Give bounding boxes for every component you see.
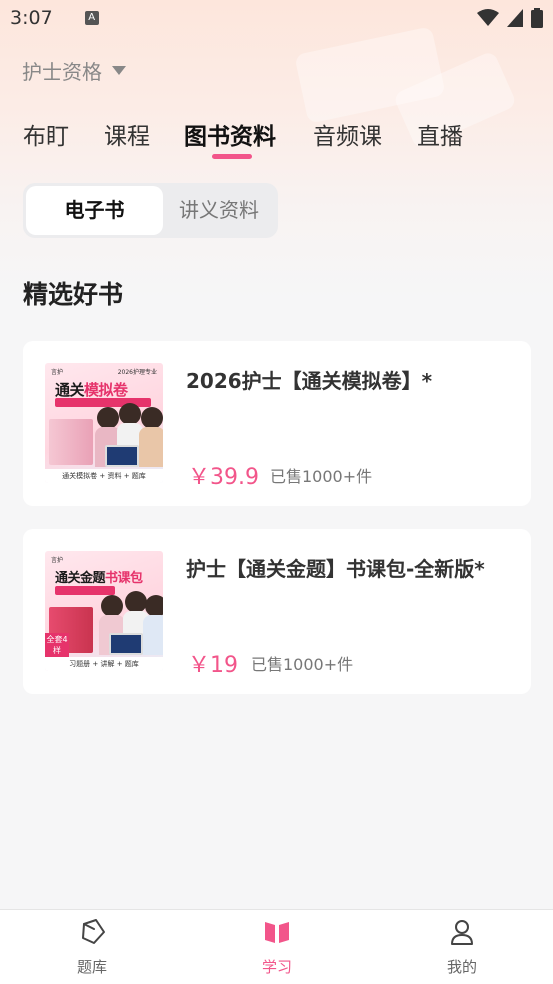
signal-icon [507,9,523,27]
status-bar: 3:07 A [0,0,553,36]
cover-title-plain: 通关 [55,381,85,399]
book-title: 2026护士【通关模拟卷】* [186,369,433,393]
cover-footer: 习题册 + 讲解 + 题库 [45,657,163,671]
cover-title-plain: 通关金题 [55,571,106,586]
nav-label: 题库 [76,958,107,976]
book-card[interactable]: 言护 通关金题书课包 全套4样 习题册 + 讲解 + 题库 护士【通关金题】书课… [23,529,531,694]
cover-brand: 言护 [51,369,64,376]
segment-handouts[interactable]: 讲义资料 [163,186,275,235]
question-bank-icon [82,919,105,944]
tab-live[interactable]: 直播 [417,117,463,151]
book-sold-count: 已售1000+件 [270,467,373,486]
cover-laptop [109,633,143,655]
book-sold-count: 已售1000+件 [251,655,354,674]
cover-laptop [105,445,139,467]
nav-question-bank[interactable]: 题库 [52,910,132,984]
cover-footer: 通关模拟卷 + 资料 + 题库 [45,469,163,483]
cover-title-highlight: 模拟卷 [84,381,128,399]
cover-badge: 全套4样 [45,633,69,657]
cover-person [125,591,147,613]
cover-person [141,407,163,429]
cover-brand: 言护 [51,557,64,564]
nav-study[interactable]: 学习 [237,910,317,984]
status-time: 3:07 [10,7,53,29]
battery-icon [531,8,543,28]
book-price: ￥39.9 [188,465,259,490]
tab-audio[interactable]: 音频课 [313,117,382,151]
exam-selector[interactable]: 护士资格 [22,56,126,85]
cover-edition: 2026护理专业 [117,369,157,376]
exam-selector-label: 护士资格 [22,60,102,84]
tab-courses[interactable]: 课程 [104,117,150,151]
cover-subtitle-bar [55,586,115,595]
nav-label: 我的 [446,958,477,976]
bottom-navigation: 题库 学习 我的 [0,909,553,984]
nav-profile[interactable]: 我的 [422,910,502,984]
tab-buding[interactable]: 布盯 [23,117,69,151]
nav-label: 学习 [261,958,292,976]
tab-books[interactable]: 图书资料 [184,117,276,151]
cover-person [145,595,163,617]
cover-title: 通关模拟卷 [55,379,128,400]
book-cover-image: 言护 2026护理专业 通关模拟卷 通关模拟卷 + 资料 + 题库 [45,363,163,483]
cover-title-highlight: 书课包 [105,571,143,586]
book-title: 护士【通关金题】书课包-全新版* [186,557,485,581]
cover-title: 通关金题书课包 [55,567,143,586]
segment-ebook[interactable]: 电子书 [26,186,163,235]
cover-person [119,403,141,425]
cover-books-stack [49,419,93,465]
a-notification-icon: A [84,11,99,25]
cover-person-body [139,427,163,467]
book-card[interactable]: 言护 2026护理专业 通关模拟卷 通关模拟卷 + 资料 + 题库 2026护士… [23,341,531,506]
section-title: 精选好书 [23,280,124,309]
cover-person [101,595,123,617]
book-price: ￥19 [188,653,238,678]
book-cover-image: 言护 通关金题书课包 全套4样 习题册 + 讲解 + 题库 [45,551,163,671]
wifi-icon [477,9,499,26]
user-icon [451,920,473,945]
cover-person [97,407,119,429]
active-tab-indicator [212,154,252,159]
cover-person-body [143,615,163,655]
category-tabs: 布盯 课程 图书资料 音频课 直播 [0,117,553,161]
book-open-icon [265,922,289,943]
book-type-segment: 电子书 讲义资料 [23,183,278,238]
caret-down-icon [112,65,126,75]
